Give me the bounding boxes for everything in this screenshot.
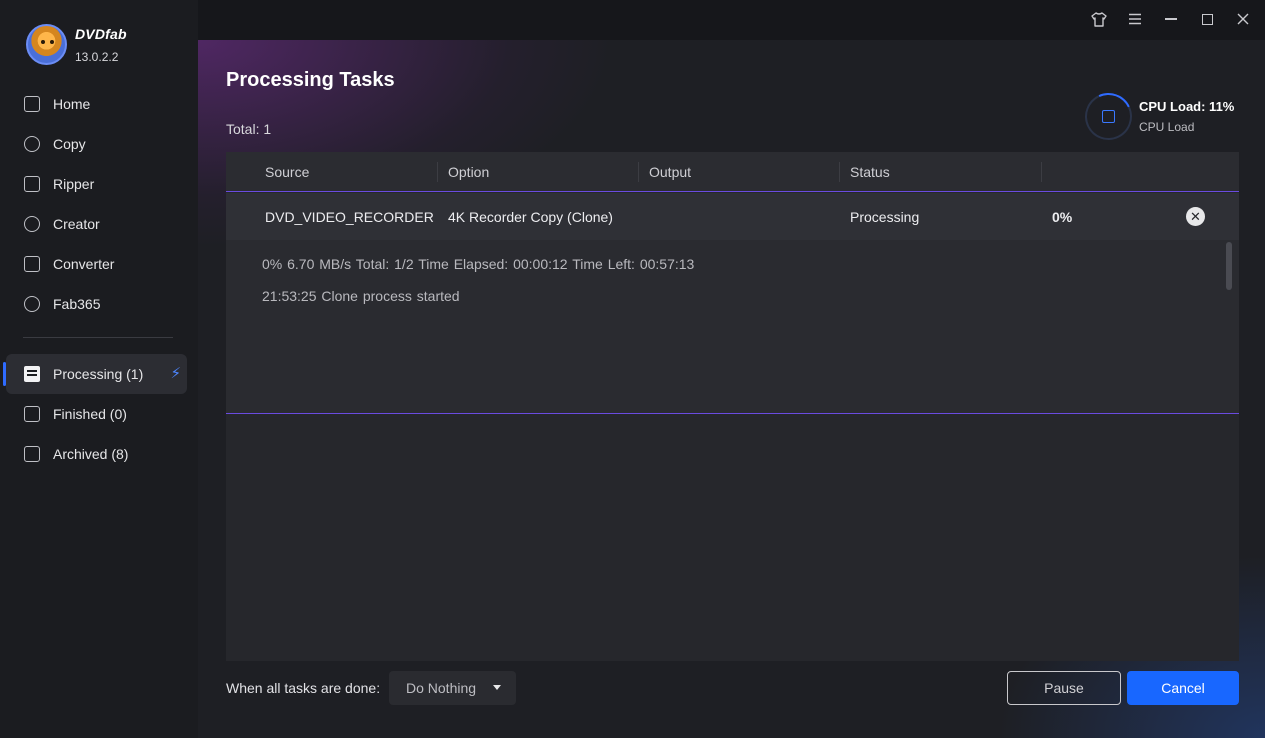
- minimize-icon[interactable]: [1161, 10, 1181, 28]
- column-header-status: Status: [850, 164, 890, 180]
- log-scrollbar[interactable]: [1226, 242, 1232, 290]
- cpu-load-value: CPU Load: 11%: [1139, 99, 1235, 114]
- window-controls: [1089, 10, 1253, 28]
- column-header-output: Output: [649, 164, 692, 180]
- fab365-icon: [24, 296, 40, 312]
- sidebar-item-processing[interactable]: Processing (1) ⚡: [3, 354, 187, 394]
- processing-icon: [24, 366, 40, 382]
- window-titlebar: [198, 0, 1265, 40]
- task-row[interactable]: DVD_VIDEO_RECORDER 4K Recorder Copy (Clo…: [226, 193, 1239, 240]
- shirt-icon[interactable]: [1089, 10, 1109, 28]
- when-done-select[interactable]: Do Nothing: [389, 671, 516, 705]
- cpu-load-gauge: [1078, 86, 1139, 147]
- sidebar-item-fab365[interactable]: Fab365: [6, 284, 187, 324]
- task-progress: 0%: [1052, 209, 1073, 225]
- table-header: Source Option Output Status: [226, 152, 1239, 192]
- column-divider: [437, 162, 438, 182]
- log-progress-line: 0% 6.70 MB/s Total: 1/2 Time Elapsed: 00…: [262, 256, 695, 272]
- task-status: Processing: [850, 209, 920, 225]
- dvdfab-logo-icon: [26, 24, 67, 65]
- column-divider: [638, 162, 639, 182]
- sidebar-divider: [23, 337, 173, 338]
- bolt-icon: ⚡: [170, 365, 181, 382]
- task-log: 0% 6.70 MB/s Total: 1/2 Time Elapsed: 00…: [226, 240, 1239, 414]
- sidebar-item-label: Finished (0): [53, 406, 127, 422]
- remove-task-button[interactable]: ✕: [1186, 207, 1205, 226]
- column-divider: [839, 162, 840, 182]
- archived-icon: [24, 446, 40, 462]
- creator-icon: [24, 216, 40, 232]
- app-name: DVDfab: [75, 25, 127, 42]
- converter-icon: [24, 256, 40, 272]
- sidebar-item-converter[interactable]: Converter: [6, 244, 187, 284]
- page-title: Processing Tasks: [226, 69, 395, 91]
- cpu-load-label: CPU Load: [1139, 120, 1195, 134]
- sidebar-item-label: Copy: [53, 136, 86, 152]
- home-icon: [24, 96, 40, 112]
- sidebar-item-label: Creator: [53, 216, 100, 232]
- when-done-label: When all tasks are done:: [226, 680, 381, 696]
- sidebar-item-creator[interactable]: Creator: [6, 204, 187, 244]
- sidebar: DVDfab 13.0.2.2 Home Copy Ripper Creator…: [0, 0, 198, 738]
- task-panel: Source Option Output Status DVD_VIDEO_RE…: [226, 152, 1239, 661]
- cpu-load-widget: CPU Load: 11% CPU Load: [1078, 86, 1235, 147]
- ripper-icon: [24, 176, 40, 192]
- finished-icon: [24, 406, 40, 422]
- sidebar-item-home[interactable]: Home: [6, 84, 187, 124]
- pause-button[interactable]: Pause: [1007, 671, 1121, 705]
- sidebar-item-label: Ripper: [53, 176, 95, 192]
- total-count: Total: 1: [226, 121, 272, 137]
- main-content: Processing Tasks Total: 1 CPU Load: 11% …: [198, 40, 1265, 738]
- cpu-chip-icon: [1102, 110, 1115, 123]
- log-event-line: 21:53:25 Clone process started: [262, 288, 460, 304]
- sidebar-item-copy[interactable]: Copy: [6, 124, 187, 164]
- sidebar-item-label: Processing (1): [53, 366, 144, 382]
- column-header-option: Option: [448, 164, 490, 180]
- close-icon[interactable]: [1233, 10, 1253, 28]
- sidebar-item-label: Fab365: [53, 296, 101, 312]
- menu-icon[interactable]: [1125, 10, 1145, 28]
- sidebar-item-label: Home: [53, 96, 91, 112]
- maximize-icon[interactable]: [1197, 10, 1217, 28]
- app-version: 13.0.2.2: [75, 49, 119, 64]
- column-divider: [1041, 162, 1042, 182]
- sidebar-item-ripper[interactable]: Ripper: [6, 164, 187, 204]
- cancel-button[interactable]: Cancel: [1127, 671, 1239, 705]
- sidebar-item-archived[interactable]: Archived (8): [6, 434, 187, 474]
- task-source: DVD_VIDEO_RECORDER: [265, 209, 434, 225]
- brand: DVDfab 13.0.2.2: [26, 24, 127, 65]
- copy-icon: [24, 136, 40, 152]
- task-option: 4K Recorder Copy (Clone): [448, 209, 613, 225]
- sidebar-item-label: Archived (8): [53, 446, 129, 462]
- column-header-source: Source: [265, 164, 310, 180]
- caret-down-icon: [493, 685, 501, 690]
- when-done-value: Do Nothing: [406, 680, 477, 696]
- sidebar-item-finished[interactable]: Finished (0): [6, 394, 187, 434]
- sidebar-item-label: Converter: [53, 256, 115, 272]
